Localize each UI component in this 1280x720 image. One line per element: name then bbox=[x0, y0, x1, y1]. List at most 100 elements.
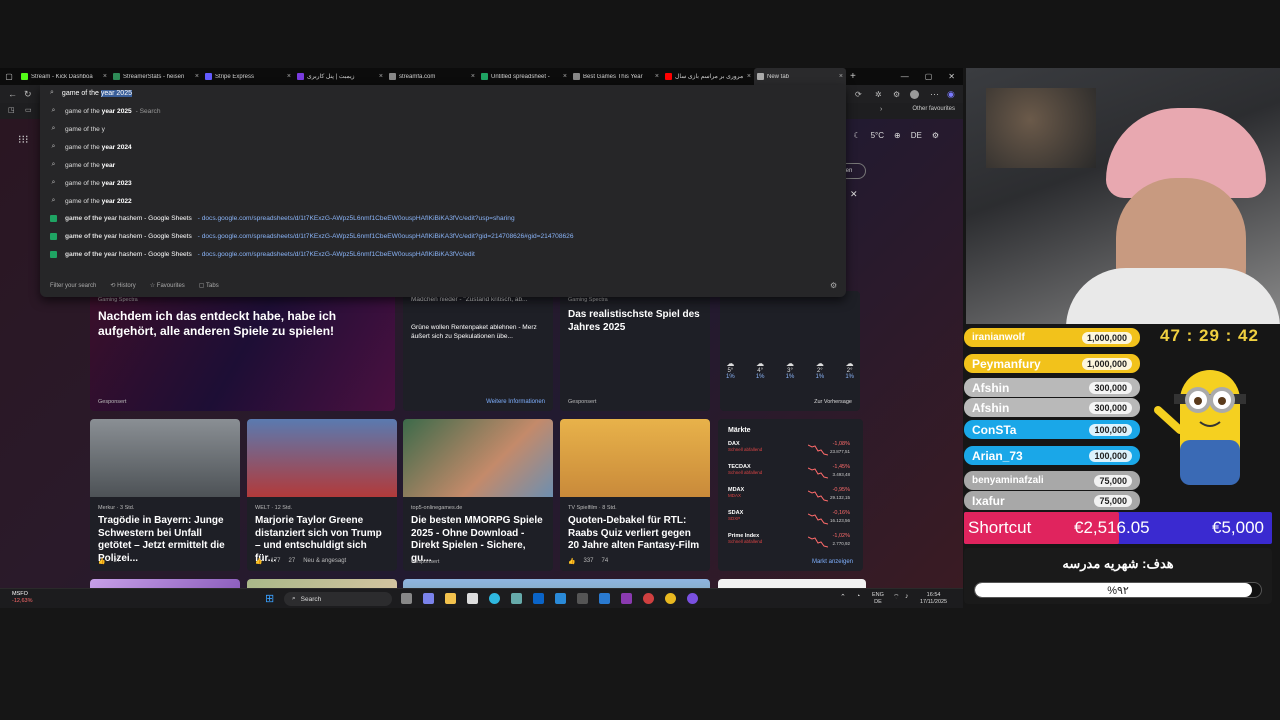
maximize-icon[interactable]: ▢ bbox=[925, 72, 933, 81]
suggestion-search[interactable]: ⌕ game of the year 2022 bbox=[50, 197, 132, 205]
minimize-icon[interactable]: — bbox=[901, 72, 909, 81]
card-title-2[interactable]: Grüne wollen Rentenpaket ablehnen - Merz… bbox=[411, 323, 547, 341]
news-card-image[interactable] bbox=[247, 579, 397, 588]
close-tab-icon[interactable]: × bbox=[195, 73, 199, 80]
market-row[interactable]: Prime Index Schnell abfallend -1,02% 2.770,… bbox=[728, 533, 858, 555]
browser-tab[interactable]: StreamerStats - heisen × bbox=[110, 68, 202, 85]
card-title[interactable]: Quoten-Debakel für RTL: Raabs Quiz verli… bbox=[568, 515, 702, 553]
close-tab-icon[interactable]: × bbox=[747, 73, 751, 80]
close-icon[interactable]: ✕ bbox=[850, 189, 858, 200]
close-tab-icon[interactable]: × bbox=[839, 73, 843, 80]
browser-tab[interactable]: Best Games This Year × bbox=[570, 68, 662, 85]
more-info-link[interactable]: Weitere Informationen bbox=[486, 399, 545, 405]
close-tab-icon[interactable]: × bbox=[287, 73, 291, 80]
close-tab-icon[interactable]: × bbox=[563, 73, 567, 80]
tabs-filter[interactable]: ▢ Tabs bbox=[199, 282, 219, 289]
windows-start-icon[interactable]: ⊞ bbox=[265, 592, 274, 605]
close-tab-icon[interactable]: × bbox=[379, 73, 383, 80]
card-title[interactable]: Mädchen nieder - "Zustand kritisch, ab..… bbox=[411, 296, 527, 303]
browser-tab[interactable]: Untitled spreadsheet - × bbox=[478, 68, 570, 85]
outlook-icon[interactable] bbox=[533, 593, 544, 604]
input-language[interactable]: ENG DE bbox=[872, 592, 884, 606]
news-card-featured[interactable]: Gaming Spectra Nachdem ich das entdeckt … bbox=[90, 291, 395, 411]
extension-icon-2[interactable]: ✲ bbox=[875, 90, 882, 99]
news-card-image[interactable] bbox=[403, 579, 710, 588]
edge-icon[interactable] bbox=[489, 593, 500, 604]
news-card[interactable]: WELT · 12 Std. Marjorie Taylor Greene di… bbox=[247, 419, 397, 571]
like-icon[interactable]: 👍 bbox=[255, 558, 262, 565]
stock-widget[interactable]: MSFO -12,63% bbox=[12, 591, 33, 605]
weather-forecast-card[interactable]: ☁ 5° 1% ☁ 4° 1% ☁ 3° 1% ☁ 2° 1% ☁ 2° 1% Zur Vorhersage bbox=[720, 291, 860, 411]
news-card-ad[interactable]: Gaming Spectra Das realistischste Spiel … bbox=[560, 291, 710, 411]
browser-tab[interactable]: streamfa.com × bbox=[386, 68, 478, 85]
volume-icon[interactable]: ♪ bbox=[905, 593, 909, 600]
close-tab-icon[interactable]: × bbox=[103, 73, 107, 80]
card-title[interactable]: Die besten MMORPG Spiele 2025 - Ohne Dow… bbox=[411, 515, 545, 565]
show-market-link[interactable]: Markt anzeigen bbox=[812, 559, 853, 565]
teams-icon[interactable] bbox=[423, 593, 434, 604]
forecast-link[interactable]: Zur Vorhersage bbox=[814, 399, 852, 405]
history-filter[interactable]: ⟲ History bbox=[110, 282, 135, 289]
address-input[interactable]: ⌕ game of the year 2025 bbox=[50, 89, 132, 97]
suggestion-search[interactable]: ⌕ game of the year 2025 - Search bbox=[50, 107, 161, 115]
market-row[interactable]: MDAX MDAX -0,95% 29.132,15 bbox=[728, 487, 858, 509]
network-icon[interactable]: ◔ bbox=[856, 593, 860, 600]
news-card-image[interactable] bbox=[90, 579, 240, 588]
browser-tab[interactable]: مروری بر مراسم بازی سال × bbox=[662, 68, 754, 85]
market-row[interactable]: TECDAX Schnell abfallend -1,45% 3.493,48 bbox=[728, 464, 858, 486]
app-icon-2[interactable] bbox=[555, 593, 566, 604]
market-row[interactable]: SDAX SDXP -0,16% 16.123,56 bbox=[728, 510, 858, 532]
like-icon[interactable]: 👍 bbox=[98, 558, 105, 565]
news-card[interactable]: TV Spielfilm · 8 Std. Quoten-Debakel für… bbox=[560, 419, 710, 571]
new-tab-icon[interactable]: + bbox=[850, 71, 856, 82]
browser-tab[interactable]: Stream - Kick Dashboa × bbox=[18, 68, 110, 85]
omnibox-settings-icon[interactable]: ⚙ bbox=[830, 281, 837, 290]
like-icon[interactable]: 👍 bbox=[568, 558, 575, 565]
app-icon[interactable] bbox=[511, 593, 522, 604]
favourites-filter[interactable]: ☆ Favourites bbox=[150, 282, 185, 289]
discord-icon[interactable] bbox=[687, 593, 698, 604]
language-label[interactable]: DE bbox=[911, 131, 922, 140]
suggestion-search[interactable]: ⌕ game of the year 2023 bbox=[50, 179, 132, 187]
close-tab-icon[interactable]: × bbox=[471, 73, 475, 80]
suggestion-search[interactable]: ⌕ game of the year bbox=[50, 161, 116, 169]
suggestion-sheet[interactable]: game of the year hashem - Google Sheets … bbox=[50, 251, 475, 258]
taskbar-search[interactable]: ⌕ Search bbox=[284, 592, 392, 606]
rider-icon[interactable] bbox=[621, 593, 632, 604]
chrome-icon[interactable] bbox=[665, 593, 676, 604]
task-view-icon[interactable] bbox=[401, 593, 412, 604]
markets-widget[interactable]: Märkte DAX Schnell abfallend -1,08% 23.877,… bbox=[718, 419, 863, 571]
gear-icon[interactable]: ⚙ bbox=[893, 90, 900, 99]
suggestion-sheet[interactable]: game of the year hashem - Google Sheets … bbox=[50, 233, 574, 240]
news-card[interactable]: top5-onlinegames.de Die besten MMORPG Sp… bbox=[403, 419, 553, 571]
apps-grid-icon[interactable]: ⁝⁝⁝ bbox=[18, 133, 29, 146]
browser-tab[interactable]: Stripe Express × bbox=[202, 68, 294, 85]
chevron-up-icon[interactable]: ⌃ bbox=[840, 593, 846, 601]
close-window-icon[interactable]: ✕ bbox=[948, 72, 955, 81]
news-card-stack[interactable]: Mädchen nieder - "Zustand kritisch, ab..… bbox=[403, 291, 553, 411]
tab-actions-icon[interactable]: ▢ bbox=[0, 72, 18, 81]
suggestion-search[interactable]: ⌕ game of the y bbox=[50, 125, 105, 133]
browser-tab[interactable]: New tab × bbox=[754, 68, 846, 85]
refresh-icon[interactable]: ↻ bbox=[24, 89, 32, 100]
page-settings-icon[interactable]: ⚙ bbox=[932, 131, 939, 140]
folder-icon[interactable]: ▭ bbox=[25, 106, 32, 114]
news-card-comic[interactable] bbox=[718, 579, 866, 588]
other-favourites[interactable]: Other favourites bbox=[912, 106, 955, 112]
more-menu-icon[interactable]: ⋯ bbox=[930, 89, 939, 100]
clock[interactable]: 16:54 17/11/2025 bbox=[920, 592, 947, 606]
card-title[interactable]: Nachdem ich das entdeckt habe, habe ich … bbox=[98, 309, 387, 339]
globe-icon[interactable]: ⊕ bbox=[894, 131, 901, 140]
extension-icon[interactable]: ⟳ bbox=[855, 90, 862, 99]
close-tab-icon[interactable]: × bbox=[655, 73, 659, 80]
chevron-right-icon[interactable]: › bbox=[880, 106, 882, 113]
app-icon-3[interactable] bbox=[643, 593, 654, 604]
terminal-icon[interactable] bbox=[577, 593, 588, 604]
store-icon[interactable] bbox=[467, 593, 478, 604]
market-row[interactable]: DAX Schnell abfallend -1,08% 23.877,51 bbox=[728, 441, 858, 463]
favourites-icon[interactable]: ◳ bbox=[8, 106, 15, 114]
profile-avatar[interactable] bbox=[910, 90, 919, 99]
back-icon[interactable]: ← bbox=[8, 89, 17, 99]
wifi-icon[interactable]: ⌔ bbox=[893, 593, 900, 602]
file-explorer-icon[interactable] bbox=[445, 593, 456, 604]
